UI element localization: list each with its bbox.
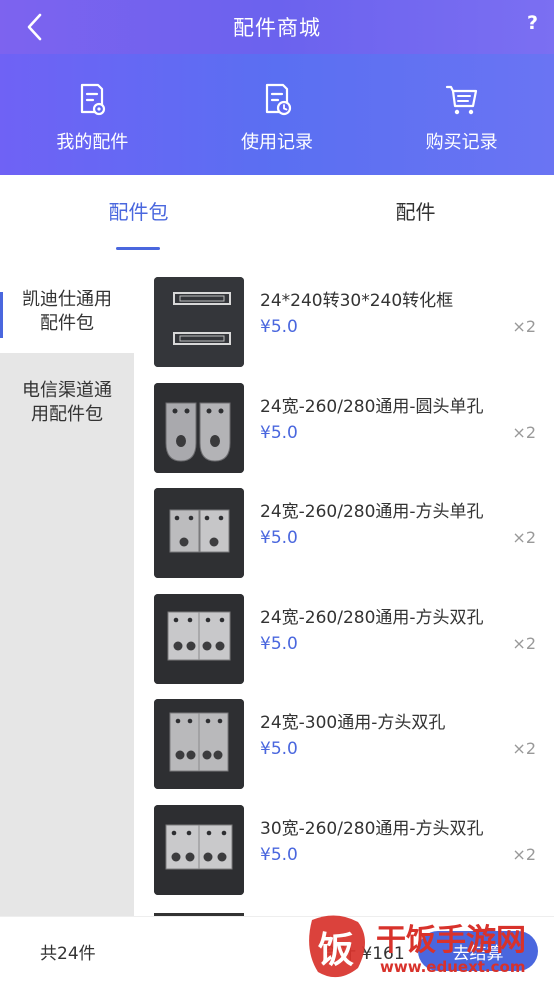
product-thumbnail[interactable] — [154, 593, 244, 684]
tab-accessory-packs[interactable]: 配件包 — [0, 175, 277, 253]
item-count: 共24件 — [40, 944, 96, 964]
square-double-strike-plate-image — [154, 593, 244, 684]
product-name: 30宽-260/280通用-方头双孔 — [260, 818, 484, 839]
help-button[interactable]: ? — [527, 12, 538, 34]
product-name: 24*240转30*240转化框 — [260, 291, 454, 311]
product-thumbnail[interactable] — [154, 488, 244, 579]
product-list[interactable]: 24*240转30*240转化框 ¥5.0 ×2 24宽-260/280通用-圆… — [134, 270, 554, 916]
category-telecom-general[interactable]: 电信渠道通用配件包 — [0, 353, 134, 453]
conversion-frame-image — [154, 277, 244, 367]
page-title: 配件商城 — [233, 16, 321, 40]
product-name: 24宽-260/280通用-方头双孔 — [260, 607, 484, 628]
header: 配件商城 ? 我的配件 使用记录 购买记录 — [0, 0, 554, 175]
checkout-button[interactable]: 去结算 — [418, 931, 538, 971]
product-quantity: ×2 — [512, 844, 536, 864]
tab-accessories[interactable]: 配件 — [277, 175, 554, 253]
nav-label: 购买记录 — [425, 132, 498, 153]
square-strike-plate-image — [154, 488, 244, 579]
square-double-strike-plate-image — [154, 699, 244, 790]
product-quantity: ×2 — [512, 528, 536, 548]
product-price: ¥5.0 — [260, 633, 298, 654]
product-price: ¥5.0 — [260, 739, 298, 760]
category-label: 凯迪仕通用配件包 — [22, 288, 112, 334]
nav-label: 使用记录 — [241, 132, 313, 153]
category-sidebar: 凯迪仕通用配件包 电信渠道通用配件包 — [0, 270, 134, 916]
product-price: ¥5.0 — [260, 844, 298, 865]
tab-bar: 配件包 配件 — [0, 175, 554, 253]
product-quantity: ×2 — [512, 422, 536, 442]
nav-my-accessories[interactable]: 我的配件 — [0, 54, 185, 175]
product-thumbnail[interactable] — [154, 804, 244, 895]
product-name: 24宽-300通用-方头双孔 — [260, 713, 446, 734]
product-thumbnail[interactable] — [154, 382, 244, 473]
list-item[interactable]: 24宽-260/280通用-方头双孔 ¥5.0 ×2 — [134, 587, 554, 693]
product-price: ¥5.0 — [260, 422, 298, 443]
active-tab-indicator — [116, 247, 160, 250]
product-price: ¥5.0 — [260, 528, 298, 549]
product-name: 24宽-260/280通用-圆头单孔 — [260, 396, 484, 417]
category-kaadas-general[interactable]: 凯迪仕通用配件包 — [0, 270, 134, 353]
nav-label: 我的配件 — [56, 132, 129, 153]
product-thumbnail[interactable] — [154, 699, 244, 790]
product-quantity: ×2 — [512, 739, 536, 759]
square-double-strike-plate-image — [154, 804, 244, 895]
total-amount: 合计 ¥161 — [322, 944, 405, 964]
cart-list-icon — [445, 85, 477, 115]
list-item[interactable]: 24*240转30*240转化框 ¥5.0 ×2 — [134, 270, 554, 376]
list-item[interactable]: 24宽-260/280通用-方头单孔 ¥5.0 ×2 — [134, 481, 554, 587]
list-item[interactable]: 24宽-300通用-方头双孔 ¥5.0 ×2 — [134, 692, 554, 798]
footer-bar: 共24件 合计 ¥161 去结算 — [0, 916, 554, 984]
product-quantity: ×2 — [512, 317, 536, 336]
list-item[interactable]: 30宽-260/280通用-方头双孔 ¥5.0 ×2 — [134, 798, 554, 904]
product-price: ¥5.0 — [260, 317, 298, 337]
quick-nav: 我的配件 使用记录 购买记录 — [0, 54, 554, 175]
category-label: 电信渠道通用配件包 — [22, 380, 112, 425]
nav-purchase-records[interactable]: 购买记录 — [369, 54, 554, 175]
product-name: 24宽-260/280通用-方头单孔 — [260, 502, 484, 523]
nav-usage-records[interactable]: 使用记录 — [185, 54, 370, 175]
list-item[interactable]: 24宽-260/280通用-圆头单孔 ¥5.0 ×2 — [134, 376, 554, 482]
document-clock-icon — [265, 83, 292, 116]
back-button[interactable] — [18, 10, 52, 44]
title-bar: 配件商城 ? — [0, 0, 554, 54]
product-thumbnail[interactable] — [154, 277, 244, 367]
round-strike-plate-image — [154, 382, 244, 473]
chevron-left-icon — [27, 13, 42, 41]
product-quantity: ×2 — [512, 633, 536, 653]
document-badge-icon — [81, 83, 106, 116]
